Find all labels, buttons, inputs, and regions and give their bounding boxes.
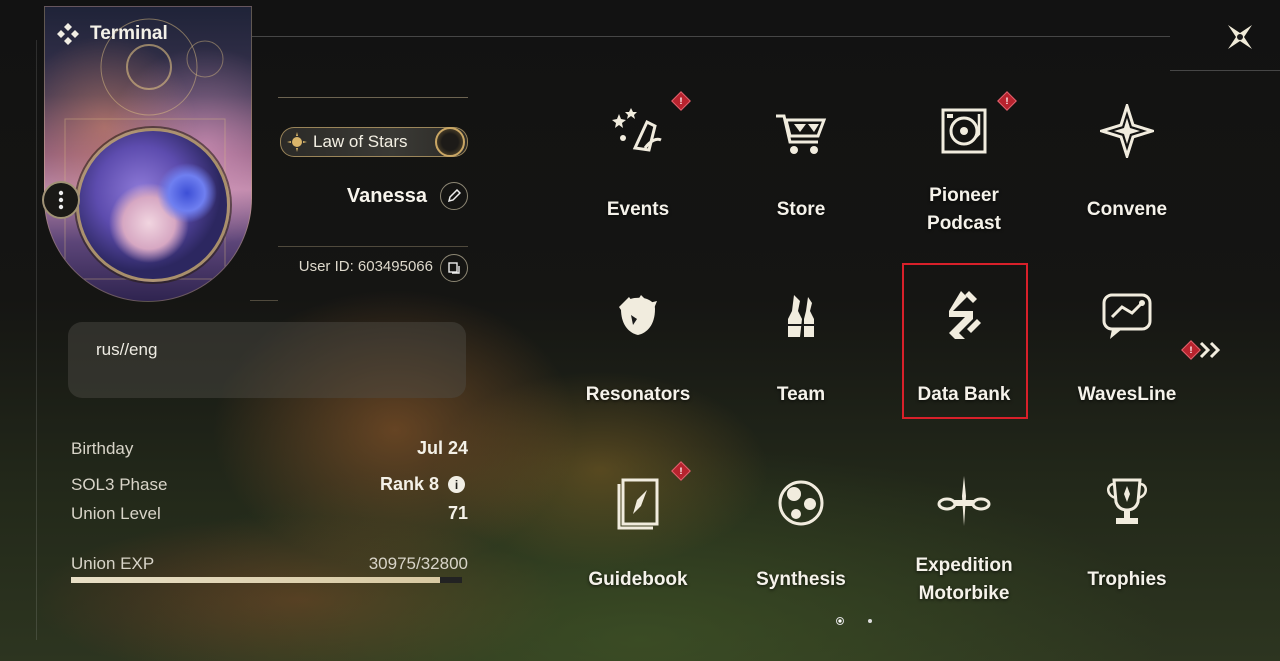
- tile-convene-label: Convene: [1086, 199, 1168, 220]
- signature-text: rus//eng: [96, 340, 158, 359]
- close-x-icon: [1228, 25, 1252, 49]
- tile-synthesis-label: Synthesis: [756, 569, 846, 590]
- union-level-label: Union Level: [71, 504, 161, 523]
- tile-wavesline-label: WavesLine: [1077, 384, 1177, 405]
- close-button[interactable]: [1218, 15, 1262, 59]
- username: Vanessa: [346, 185, 427, 207]
- frame-top-right-line: [1170, 70, 1280, 71]
- profile-divider-mid: [278, 246, 468, 247]
- page-dot-2[interactable]: [868, 619, 872, 623]
- union-exp-value: 30975/32800: [368, 554, 468, 573]
- signature-box[interactable]: rus//eng: [68, 322, 466, 398]
- tile-guidebook-label: Guidebook: [588, 569, 688, 590]
- guidebook-icon: [617, 478, 659, 530]
- podcast-turntable-icon: [941, 108, 987, 154]
- tile-store[interactable]: Store: [731, 90, 871, 240]
- tile-resonators[interactable]: Resonators: [568, 275, 708, 425]
- tile-pioneer-podcast-label: Pioneer Podcast: [927, 185, 1001, 234]
- window-title: Terminal: [56, 22, 168, 46]
- tile-team-label: Team: [776, 384, 826, 405]
- synthesis-icon: [778, 480, 824, 526]
- union-exp-bar: [71, 577, 462, 583]
- motorbike-icon: [937, 476, 991, 526]
- edit-name-button[interactable]: [440, 182, 468, 210]
- more-dots-icon: [58, 190, 64, 210]
- tile-guidebook[interactable]: Guidebook !: [568, 460, 708, 610]
- user-id: User ID: 603495066: [298, 258, 433, 275]
- tile-team[interactable]: Team: [731, 275, 871, 425]
- pencil-icon: [447, 189, 461, 203]
- tile-wavesline[interactable]: WavesLine: [1057, 275, 1197, 425]
- convene-star-icon: [1100, 104, 1154, 158]
- title-badge-ring-icon: [435, 127, 465, 157]
- info-icon[interactable]: i: [448, 476, 465, 493]
- sol3-phase-label: SOL3 Phase: [71, 475, 168, 494]
- sol3-phase-value: Rank 8: [379, 474, 439, 494]
- copy-icon: [448, 262, 460, 274]
- tile-store-label: Store: [776, 199, 826, 220]
- title-badge-text: Law of Stars: [313, 132, 408, 151]
- window-title-text: Terminal: [90, 23, 168, 44]
- selected-tile-highlight: [902, 263, 1028, 419]
- page-dot-1[interactable]: [836, 617, 844, 625]
- tile-expedition-motorbike[interactable]: Expedition Motorbike: [894, 460, 1034, 610]
- birthday-label: Birthday: [71, 439, 134, 458]
- sun-emblem-icon: [287, 132, 307, 152]
- avatar[interactable]: [76, 128, 230, 282]
- trophy-icon: [1107, 478, 1147, 524]
- chat-bubble-icon: [1102, 293, 1152, 339]
- team-figures-icon: [786, 295, 816, 337]
- copy-id-button[interactable]: [440, 254, 468, 282]
- tile-resonators-label: Resonators: [585, 384, 691, 405]
- profile-more-button[interactable]: [42, 181, 80, 219]
- resonator-head-icon: [619, 295, 657, 335]
- tile-expedition-motorbike-label: Expedition Motorbike: [915, 555, 1013, 604]
- tile-events[interactable]: Events !: [568, 90, 708, 240]
- events-icon: [612, 108, 662, 152]
- tile-trophies[interactable]: Trophies: [1057, 460, 1197, 610]
- next-page-button[interactable]: [1199, 340, 1223, 360]
- tile-synthesis[interactable]: Synthesis: [731, 460, 871, 610]
- guidebook-alert-badge: !: [671, 461, 691, 481]
- profile-divider-top: [278, 97, 468, 98]
- tile-convene[interactable]: Convene: [1057, 90, 1197, 240]
- store-cart-icon: [776, 114, 827, 154]
- tile-events-label: Events: [606, 199, 670, 220]
- podcast-alert-badge: !: [997, 91, 1017, 111]
- profile-divider-bottom: [250, 300, 278, 301]
- frame-left-line: [36, 40, 37, 640]
- tile-pioneer-podcast[interactable]: Pioneer Podcast !: [894, 90, 1034, 240]
- birthday-value: Jul 24: [416, 438, 468, 458]
- terminal-diamonds-icon: [57, 23, 79, 45]
- frame-top-line: [250, 36, 1170, 37]
- title-badge[interactable]: Law of Stars: [280, 127, 468, 157]
- union-level-value: 71: [447, 503, 468, 523]
- union-exp-fill: [71, 577, 441, 583]
- tile-trophies-label: Trophies: [1087, 569, 1167, 590]
- union-exp-label: Union EXP: [71, 554, 155, 573]
- events-alert-badge: !: [671, 91, 691, 111]
- double-chevron-right-icon: [1199, 341, 1221, 359]
